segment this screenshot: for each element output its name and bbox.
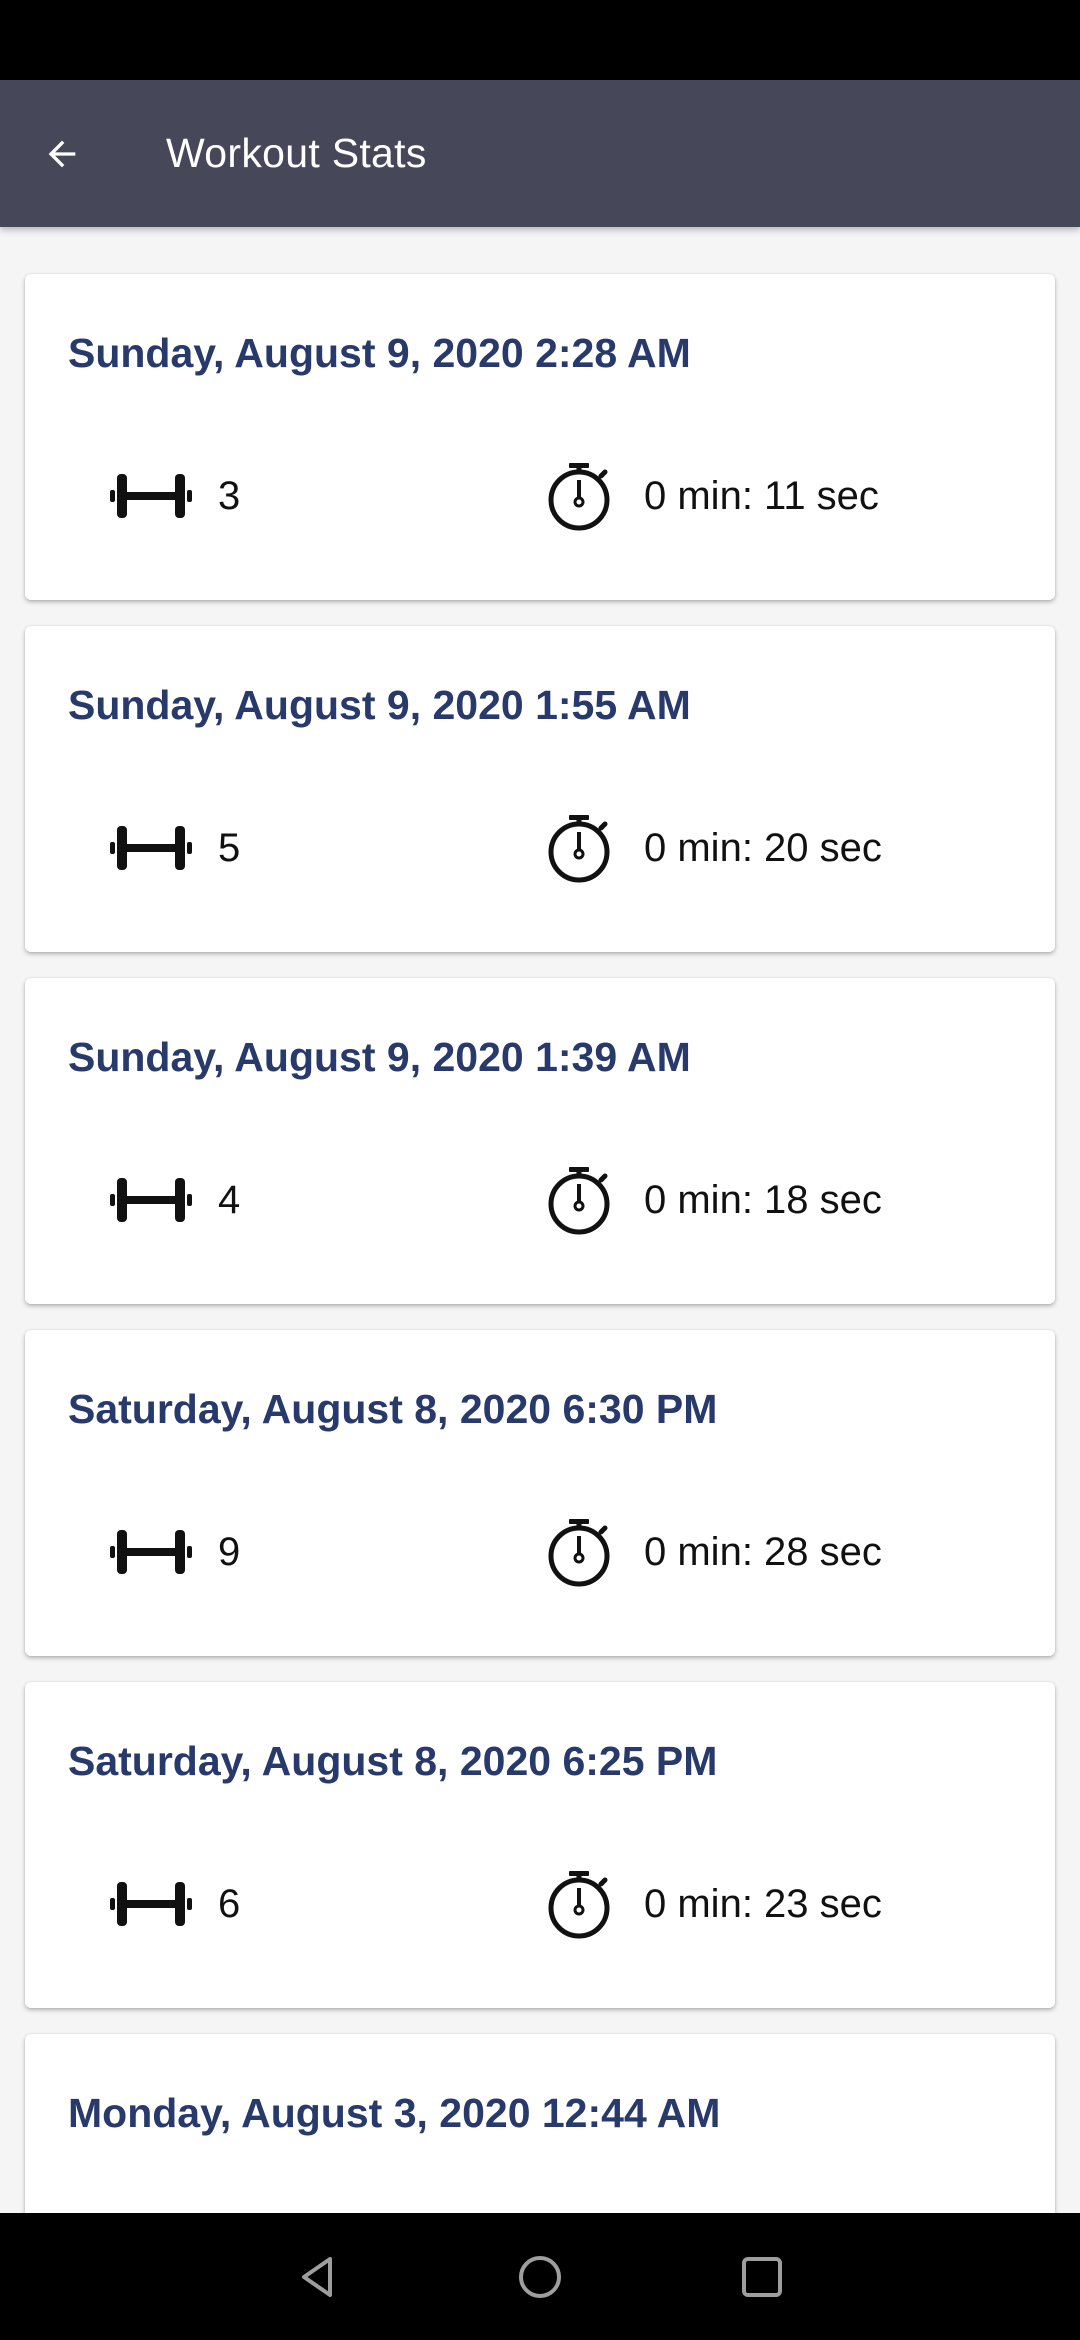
workout-card[interactable]: Sunday, August 9, 2020 1:55 AM 5 0 min: … [25, 626, 1055, 952]
workout-card[interactable]: Saturday, August 8, 2020 6:30 PM 9 0 min… [25, 1330, 1055, 1656]
system-nav-bar [0, 2213, 1080, 2340]
workout-date: Saturday, August 8, 2020 6:25 PM [68, 1738, 718, 1784]
reps-count: 5 [218, 825, 241, 870]
stopwatch-icon [546, 460, 612, 532]
triangle-back-icon [302, 2256, 332, 2297]
workout-date: Sunday, August 9, 2020 1:55 AM [68, 682, 691, 728]
workout-card[interactable]: Sunday, August 9, 2020 2:28 AM 3 0 min: … [25, 274, 1055, 600]
status-bar [0, 0, 1080, 80]
duration-stat: 0 min: 18 sec [546, 1162, 882, 1238]
reps-stat: 9 [110, 1514, 240, 1590]
nav-back-button[interactable] [263, 2222, 373, 2332]
arrow-left-icon [48, 140, 76, 167]
nav-recents-button[interactable] [707, 2222, 817, 2332]
dumbbell-icon [110, 470, 192, 522]
reps-count: 9 [218, 1529, 241, 1574]
app-bar: Workout Stats [0, 80, 1080, 227]
workout-list: Sunday, August 9, 2020 2:28 AM 3 0 min: … [0, 227, 1080, 2213]
workout-list-scroll[interactable]: Sunday, August 9, 2020 2:28 AM 3 0 min: … [0, 227, 1080, 2213]
duration-stat: 0 min: 28 sec [546, 1514, 882, 1590]
workout-card[interactable]: Sunday, August 9, 2020 1:39 AM 4 0 min: … [25, 978, 1055, 1304]
duration-stat: 0 min: 23 sec [546, 1866, 882, 1942]
stopwatch-icon [546, 1164, 612, 1236]
duration-stat: 0 min: 11 sec [546, 458, 879, 534]
reps-count: 4 [218, 1177, 241, 1222]
reps-stat: 4 [110, 1162, 240, 1238]
stopwatch-icon [546, 812, 612, 884]
stopwatch-icon [546, 1516, 612, 1588]
workout-card[interactable]: Monday, August 3, 2020 12:44 AM [25, 2034, 1055, 2213]
dumbbell-icon [110, 822, 192, 874]
duration-value: 0 min: 23 sec [644, 1881, 882, 1926]
stopwatch-icon [546, 1868, 612, 1940]
workout-date: Sunday, August 9, 2020 1:39 AM [68, 1034, 691, 1080]
reps-stat: 3 [110, 458, 240, 534]
duration-value: 0 min: 20 sec [644, 825, 882, 870]
circle-home-icon [519, 2255, 561, 2298]
reps-stat: 5 [110, 810, 240, 886]
duration-value: 0 min: 18 sec [644, 1177, 882, 1222]
workout-card[interactable]: Saturday, August 8, 2020 6:25 PM 6 0 min… [25, 1682, 1055, 2008]
duration-value: 0 min: 28 sec [644, 1529, 882, 1574]
workout-date: Monday, August 3, 2020 12:44 AM [68, 2090, 721, 2136]
workout-date: Sunday, August 9, 2020 2:28 AM [68, 330, 691, 376]
reps-count: 3 [218, 473, 241, 518]
nav-home-button[interactable] [485, 2222, 595, 2332]
reps-stat: 6 [110, 1866, 240, 1942]
page-title: Workout Stats [166, 130, 427, 176]
dumbbell-icon [110, 1526, 192, 1578]
workout-date: Saturday, August 8, 2020 6:30 PM [68, 1386, 718, 1432]
square-recents-icon [742, 2256, 782, 2297]
back-button[interactable] [30, 122, 94, 186]
dumbbell-icon [110, 1174, 192, 1226]
duration-value: 0 min: 11 sec [644, 473, 879, 518]
dumbbell-icon [110, 1878, 192, 1930]
reps-count: 6 [218, 1881, 241, 1926]
duration-stat: 0 min: 20 sec [546, 810, 882, 886]
